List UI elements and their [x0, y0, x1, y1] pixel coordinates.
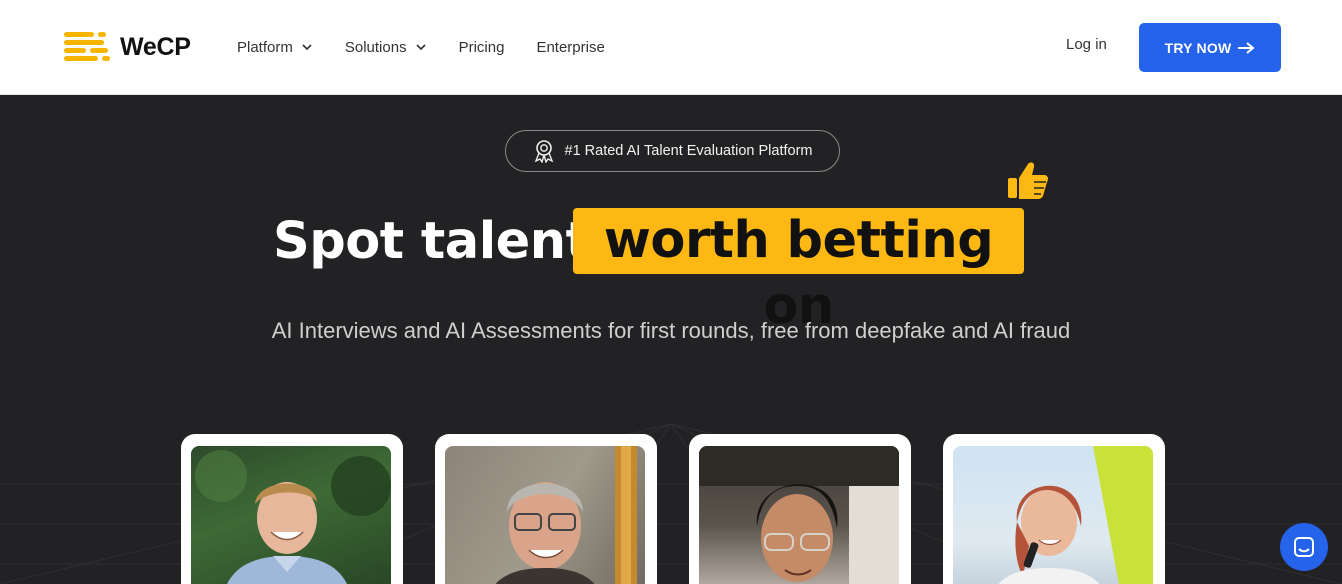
person-photo [191, 446, 391, 584]
nav-item-label: Solutions [344, 38, 407, 56]
headline-highlight: worth betting on [573, 208, 1024, 336]
hero-subtitle: AI Interviews and AI Assessments for fir… [271, 318, 1071, 343]
logo-icon [64, 30, 110, 64]
award-icon [534, 140, 553, 163]
nav-item-enterprise[interactable]: Enterprise [536, 36, 604, 58]
nav-item-label: Pricing [458, 38, 505, 56]
rating-badge: #1 Rated AI Talent Evaluation Platform [505, 130, 840, 172]
login-link[interactable]: Log in [1066, 36, 1107, 53]
try-now-label: TRY NOW [1164, 39, 1232, 56]
main-nav: Platform Solutions Pricing Enterprise [237, 36, 637, 58]
chevron-down-icon [416, 44, 426, 51]
chat-widget-button[interactable] [1280, 523, 1328, 571]
brand-name: WeCP [120, 32, 191, 61]
try-now-button[interactable]: TRY NOW [1139, 23, 1281, 72]
chevron-down-icon [302, 44, 312, 51]
nav-item-label: Enterprise [536, 38, 605, 56]
person-photo [699, 446, 899, 584]
testimonial-card[interactable] [181, 434, 403, 584]
badge-text: #1 Rated AI Talent Evaluation Platform [564, 143, 813, 159]
nav-item-pricing[interactable]: Pricing [459, 36, 505, 58]
thumbs-up-icon [1008, 162, 1048, 199]
nav-item-solutions[interactable]: Solutions [345, 36, 427, 58]
nav-item-platform[interactable]: Platform [237, 36, 313, 58]
testimonial-card[interactable] [689, 434, 911, 584]
headline-plain: Spot talent [273, 212, 590, 271]
arrow-right-icon [1238, 41, 1255, 54]
person-photo [445, 446, 645, 584]
nav-item-label: Platform [237, 38, 293, 56]
chat-icon [1294, 537, 1314, 557]
site-header: WeCP Platform Solutions Pricing Enterpri… [0, 0, 1342, 95]
testimonial-card[interactable] [943, 434, 1165, 584]
testimonial-card[interactable] [435, 434, 657, 584]
person-photo [953, 446, 1153, 584]
hero-section: #1 Rated AI Talent Evaluation Platform S… [0, 96, 1342, 584]
logo[interactable]: WeCP [64, 30, 191, 64]
